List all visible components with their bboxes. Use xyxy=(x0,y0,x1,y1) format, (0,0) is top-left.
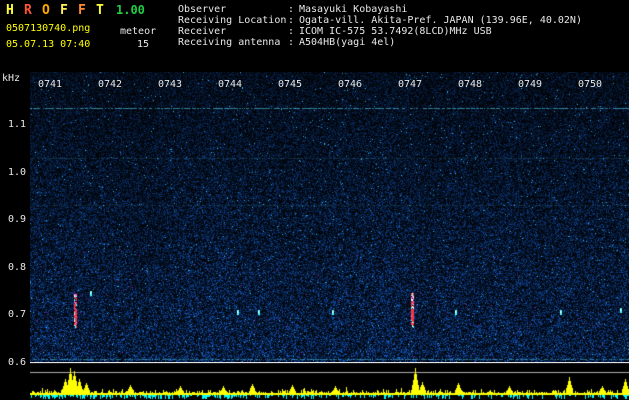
info-row: Receiving antenna: A504HB(yagi 4el) xyxy=(178,37,582,48)
app-letter: F xyxy=(78,3,86,18)
time-tick-label: 0750 xyxy=(578,79,603,90)
freq-tick-label: 0.8 xyxy=(7,262,26,273)
info-value: A504HB(yagi 4el) xyxy=(299,37,396,48)
freq-axis-unit: kHz xyxy=(2,73,21,84)
filename-label: 0507130740.png xyxy=(6,23,91,34)
info-separator: : xyxy=(288,15,295,26)
freq-tick-label: 0.9 xyxy=(7,214,26,225)
time-tick-label: 0742 xyxy=(98,79,123,90)
info-label: Receiver xyxy=(178,26,227,37)
spectrogram-canvas xyxy=(30,72,629,362)
hrofft-screen: H R O F F T 1.00 0507130740.png meteor 05.07.1… xyxy=(0,0,629,400)
info-row: Receiving Location: Ogata-vill. Akita-Pre… xyxy=(178,15,582,26)
time-tick-label: 0746 xyxy=(338,79,363,90)
app-version: 1.00 xyxy=(116,3,145,17)
info-label: Receiving Location xyxy=(178,15,287,26)
info-value: ICOM IC-575 53.7492(8LCD)MHz USB xyxy=(299,26,492,37)
time-tick-label: 0745 xyxy=(278,79,303,90)
info-value: Ogata-vill. Akita-Pref. JAPAN (139.96E, … xyxy=(299,15,582,26)
time-tick-label: 0744 xyxy=(218,79,243,90)
info-label: Observer xyxy=(178,4,227,15)
meteor-label: meteor xyxy=(120,26,157,37)
info-separator: : xyxy=(288,37,295,48)
meteor-count: 15 xyxy=(137,39,150,50)
freq-tick-label: 1.1 xyxy=(7,119,26,130)
app-letter: T xyxy=(96,3,104,18)
app-letter: O xyxy=(42,3,50,18)
freq-tick-label: 0.6 xyxy=(7,357,26,368)
time-tick-label: 0743 xyxy=(158,79,183,90)
time-tick-label: 0749 xyxy=(518,79,543,90)
info-row: Receiver: ICOM IC-575 53.7492(8LCD)MHz US… xyxy=(178,26,582,37)
app-letter: F xyxy=(60,3,68,18)
time-tick-label: 0741 xyxy=(38,79,63,90)
info-label: Receiving antenna xyxy=(178,37,281,48)
app-letter: R xyxy=(24,3,32,18)
amplitude-canvas xyxy=(30,362,629,400)
datetime-label: 05.07.13 07:40 xyxy=(6,39,91,50)
app-letter: H xyxy=(6,3,14,18)
app-title: H R O F F T 1.00 xyxy=(6,3,145,18)
info-value: Masayuki Kobayashi xyxy=(299,4,408,15)
freq-tick-label: 1.0 xyxy=(7,167,26,178)
info-separator: : xyxy=(288,4,295,15)
info-separator: : xyxy=(288,26,295,37)
time-tick-label: 0748 xyxy=(458,79,483,90)
freq-tick-label: 0.7 xyxy=(7,309,26,320)
time-tick-label: 0747 xyxy=(398,79,423,90)
station-info: Observer: Masayuki Kobayashi Receiving Lo… xyxy=(178,4,582,48)
info-row: Observer: Masayuki Kobayashi xyxy=(178,4,582,15)
